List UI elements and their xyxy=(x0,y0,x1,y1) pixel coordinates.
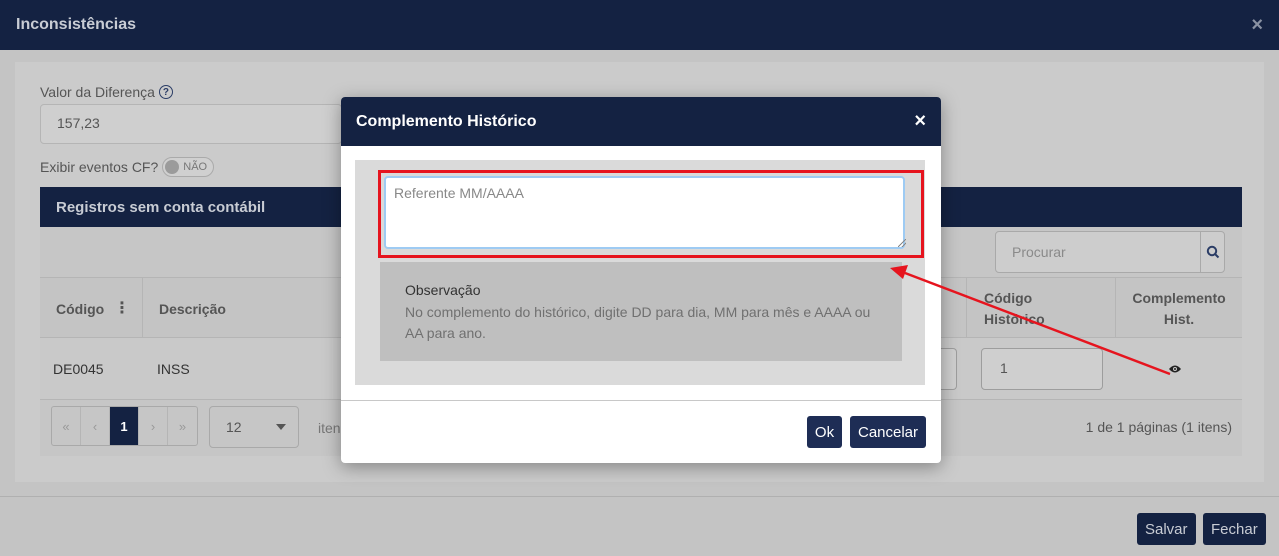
pager-next-button[interactable]: › xyxy=(139,407,168,445)
save-button[interactable]: Salvar xyxy=(1137,513,1196,545)
chevron-down-icon xyxy=(276,424,286,430)
th-codigo-historico-line1: Código xyxy=(984,289,1033,306)
page-header: Inconsistências × xyxy=(0,0,1279,50)
pager-page-1[interactable]: 1 xyxy=(110,407,139,445)
cf-toggle-label: NÃO xyxy=(183,161,208,173)
complemento-textarea[interactable]: Referente MM/AAAA xyxy=(384,176,905,249)
search-button[interactable] xyxy=(1200,232,1224,272)
search-input[interactable]: Procurar xyxy=(996,232,1200,272)
search-box[interactable]: Procurar xyxy=(995,231,1225,273)
value-label-text: Valor da Diferença xyxy=(40,84,155,100)
th-complemento-line1: Complemento xyxy=(1132,289,1226,306)
pager-info: 1 de 1 páginas (1 itens) xyxy=(1085,419,1232,435)
ok-button[interactable]: Ok xyxy=(807,416,842,448)
items-per-page-label: iten xyxy=(318,420,341,436)
value-label: Valor da Diferença ? xyxy=(40,84,173,100)
th-codigo-historico-line2: Histórico xyxy=(984,310,1045,327)
page-title: Inconsistências xyxy=(16,16,137,33)
resize-grip-icon[interactable] xyxy=(898,239,906,247)
page-size-value: 12 xyxy=(226,419,242,435)
highlight-box: Referente MM/AAAA xyxy=(378,170,924,258)
pager-buttons: « ‹ 1 › » xyxy=(51,406,198,446)
cell-codigo-historico-input[interactable]: 1 xyxy=(981,348,1103,390)
column-menu-icon[interactable]: ⋮ xyxy=(114,300,130,316)
th-codigo[interactable]: Código ⋮ xyxy=(40,278,143,339)
help-icon[interactable]: ? xyxy=(158,85,173,99)
th-codigo-historico[interactable]: Código Histórico xyxy=(966,278,1116,339)
toggle-knob xyxy=(165,160,180,174)
modal-body: Referente MM/AAAA Observação No compleme… xyxy=(355,160,925,385)
cf-toggle[interactable]: NÃO xyxy=(162,157,215,177)
pager-prev-button[interactable]: ‹ xyxy=(81,407,110,445)
observacao-title: Observação xyxy=(405,282,481,298)
page-size-select[interactable]: 12 xyxy=(209,406,299,448)
pager-last-button[interactable]: » xyxy=(168,407,197,445)
complemento-historico-modal: Complemento Histórico × Referente MM/AAA… xyxy=(341,97,941,463)
complemento-eye-button[interactable] xyxy=(1168,338,1182,400)
page-footer: Salvar Fechar xyxy=(0,496,1279,556)
value-input[interactable]: 157,23 xyxy=(40,104,342,144)
page-close-icon[interactable]: × xyxy=(1251,14,1263,37)
modal-close-icon[interactable]: × xyxy=(914,110,926,133)
modal-divider xyxy=(341,400,941,401)
th-complemento[interactable]: Complemento Hist. xyxy=(1116,278,1242,339)
modal-header: Complemento Histórico × xyxy=(341,97,941,146)
cf-label: Exibir eventos CF? xyxy=(40,159,159,175)
pager-first-button[interactable]: « xyxy=(52,407,81,445)
eye-icon xyxy=(1169,365,1181,373)
close-button[interactable]: Fechar xyxy=(1203,513,1266,545)
cancel-button[interactable]: Cancelar xyxy=(850,416,926,448)
th-codigo-label: Código xyxy=(56,300,105,317)
search-icon xyxy=(1206,245,1219,259)
th-complemento-line2: Hist. xyxy=(1163,310,1195,327)
observacao-text: No complemento do histórico, digite DD p… xyxy=(405,304,871,341)
observacao-box: Observação No complemento do histórico, … xyxy=(380,262,902,361)
cf-row: Exibir eventos CF? NÃO xyxy=(40,157,215,177)
modal-title: Complemento Histórico xyxy=(356,112,537,130)
cell-descricao: INSS xyxy=(157,361,190,377)
cell-codigo: DE0045 xyxy=(53,361,104,377)
